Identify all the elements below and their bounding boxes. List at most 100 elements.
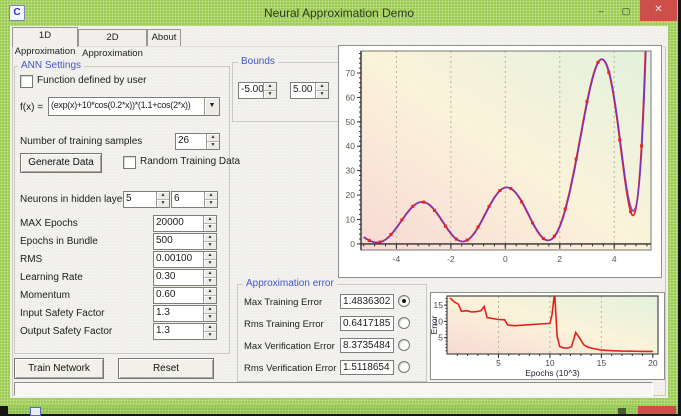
rms-verification-error-field[interactable]: 1.5118654 — [340, 360, 394, 375]
spinner-up-icon[interactable]: ▲ — [204, 288, 216, 296]
error-plot-panel: 510152051015ErrorEpochs (10^3) — [430, 292, 665, 380]
function-defined-checkbox[interactable] — [20, 75, 33, 88]
background-window-close-button[interactable] — [638, 406, 676, 414]
spinner-buttons[interactable]: ▲▼ — [204, 192, 217, 207]
minimize-button[interactable]: – — [590, 5, 612, 19]
bound-min-spinner[interactable]: -5.00 ▲▼ — [238, 82, 277, 99]
svg-text:4: 4 — [612, 254, 617, 264]
spinner-buttons[interactable]: ▲▼ — [263, 83, 276, 98]
random-training-label: Random Training Data — [140, 156, 240, 167]
learning-rate-label: Learning Rate — [20, 272, 83, 283]
rms-training-error-field[interactable]: 0.6417185 — [340, 316, 394, 331]
fx-combo[interactable]: (exp(x)+10*cos(0.2*x))*(1.1+cos(2*x)) ▼ — [48, 97, 220, 116]
rms-verification-error-radio[interactable] — [398, 361, 410, 373]
svg-text:40: 40 — [346, 141, 356, 151]
spinner-down-icon[interactable]: ▼ — [264, 91, 276, 98]
spinner-up-icon[interactable]: ▲ — [204, 306, 216, 314]
spinner-down-icon[interactable]: ▼ — [207, 142, 219, 149]
spinner-up-icon[interactable]: ▲ — [264, 83, 276, 91]
spinner-up-icon[interactable]: ▲ — [205, 192, 217, 200]
spinner-down-icon[interactable]: ▼ — [157, 200, 169, 207]
svg-text:50: 50 — [346, 117, 356, 127]
rms-value: 0.00100 — [154, 252, 203, 267]
background-window-titlebar[interactable] — [8, 406, 678, 414]
max-verification-error-radio[interactable] — [398, 339, 410, 351]
spinner-buttons[interactable]: ▲▼ — [156, 192, 169, 207]
spinner-down-icon[interactable]: ▼ — [204, 296, 216, 303]
ann-settings-caption: ANN Settings — [18, 60, 84, 71]
spinner-up-icon[interactable]: ▲ — [157, 192, 169, 200]
rms-label: RMS — [20, 254, 42, 265]
spinner-buttons[interactable]: ▲▼ — [203, 270, 216, 285]
spinner-down-icon[interactable]: ▼ — [204, 242, 216, 249]
spinner-down-icon[interactable]: ▼ — [204, 260, 216, 267]
rms-training-error-radio[interactable] — [398, 317, 410, 329]
output-safety-spinner[interactable]: 1.3 ▲▼ — [153, 323, 217, 340]
svg-text:0: 0 — [350, 239, 355, 249]
spinner-down-icon[interactable]: ▼ — [316, 91, 328, 98]
epochs-bundle-spinner[interactable]: 500 ▲▼ — [153, 233, 217, 250]
spinner-down-icon[interactable]: ▼ — [204, 332, 216, 339]
rms-training-error-label: Rms Training Error — [244, 319, 324, 330]
svg-text:Epochs (10^3): Epochs (10^3) — [525, 368, 580, 378]
spinner-up-icon[interactable]: ▲ — [204, 270, 216, 278]
spinner-down-icon[interactable]: ▼ — [204, 224, 216, 231]
svg-text:60: 60 — [346, 92, 356, 102]
spinner-up-icon[interactable]: ▲ — [204, 252, 216, 260]
window-title: Neural Approximation Demo — [0, 6, 678, 20]
max-verification-error-field[interactable]: 8.3735484 — [340, 338, 394, 353]
max-training-error-label: Max Training Error — [244, 297, 322, 308]
spinner-down-icon[interactable]: ▼ — [204, 278, 216, 285]
spinner-buttons[interactable]: ▲▼ — [203, 234, 216, 249]
max-training-error-field[interactable]: 1.4836302 — [340, 294, 394, 309]
spinner-buttons[interactable]: ▲▼ — [203, 288, 216, 303]
spinner-up-icon[interactable]: ▲ — [204, 216, 216, 224]
momentum-value: 0.60 — [154, 288, 203, 303]
spinner-up-icon[interactable]: ▲ — [316, 83, 328, 91]
bound-max-spinner[interactable]: 5.00 ▲▼ — [290, 82, 329, 99]
tab-1d-approximation[interactable]: 1D Approximation — [12, 27, 78, 47]
svg-text:5: 5 — [438, 333, 443, 343]
close-button[interactable]: ✕ — [640, 0, 677, 21]
bounds-caption: Bounds — [238, 56, 278, 67]
tab-2d-approximation[interactable]: 2D Approximation — [78, 29, 147, 46]
rms-spinner[interactable]: 0.00100 ▲▼ — [153, 251, 217, 268]
spinner-down-icon[interactable]: ▼ — [205, 200, 217, 207]
random-training-checkbox[interactable] — [123, 156, 136, 169]
training-samples-spinner[interactable]: 26 ▲▼ — [175, 133, 220, 150]
tab-about[interactable]: About — [147, 29, 181, 46]
spinner-up-icon[interactable]: ▲ — [204, 324, 216, 332]
output-safety-label: Output Safety Factor — [20, 326, 112, 337]
neurons-spinner-1[interactable]: 5 ▲▼ — [123, 191, 170, 208]
momentum-spinner[interactable]: 0.60 ▲▼ — [153, 287, 217, 304]
status-bar — [14, 382, 653, 396]
learning-rate-spinner[interactable]: 0.30 ▲▼ — [153, 269, 217, 286]
max-training-error-radio[interactable] — [398, 295, 410, 307]
input-safety-spinner[interactable]: 1.3 ▲▼ — [153, 305, 217, 322]
input-safety-label: Input Safety Factor — [20, 308, 105, 319]
svg-text:5: 5 — [496, 358, 501, 368]
spinner-buttons[interactable]: ▲▼ — [203, 306, 216, 321]
svg-text:20: 20 — [648, 358, 658, 368]
max-verification-error-label: Max Verification Error — [244, 341, 335, 352]
spinner-buttons[interactable]: ▲▼ — [203, 216, 216, 231]
svg-text:70: 70 — [346, 68, 356, 78]
spinner-down-icon[interactable]: ▼ — [204, 314, 216, 321]
svg-text:10: 10 — [346, 214, 356, 224]
spinner-buttons[interactable]: ▲▼ — [315, 83, 328, 98]
spinner-buttons[interactable]: ▲▼ — [203, 324, 216, 339]
neurons-spinner-2[interactable]: 6 ▲▼ — [171, 191, 218, 208]
fx-label: f(x) = — [20, 102, 43, 113]
generate-data-button[interactable]: Generate Data — [20, 153, 102, 173]
spinner-up-icon[interactable]: ▲ — [207, 134, 219, 142]
train-network-button[interactable]: Train Network — [14, 358, 104, 379]
chevron-down-icon[interactable]: ▼ — [204, 98, 219, 115]
spinner-buttons[interactable]: ▲▼ — [203, 252, 216, 267]
maximize-button[interactable]: ▢ — [615, 5, 637, 19]
spinner-up-icon[interactable]: ▲ — [204, 234, 216, 242]
spinner-buttons[interactable]: ▲▼ — [206, 134, 219, 149]
max-epochs-spinner[interactable]: 20000 ▲▼ — [153, 215, 217, 232]
svg-text:2: 2 — [557, 254, 562, 264]
reset-button[interactable]: Reset — [118, 358, 214, 379]
function-defined-label: Function defined by user — [37, 75, 147, 86]
